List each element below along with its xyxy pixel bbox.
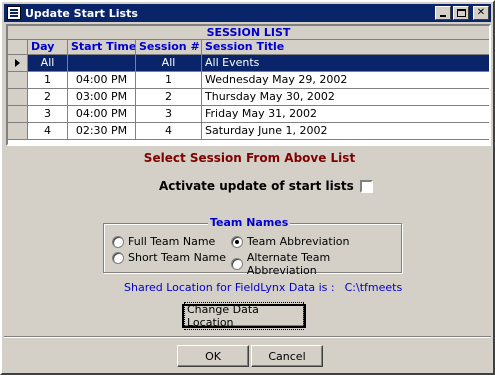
maximize-button[interactable]	[453, 6, 469, 20]
ok-label: OK	[205, 349, 221, 363]
cell-start-time: 02:30 PM	[68, 123, 136, 139]
cell-session-title: Wednesday May 29, 2002	[205, 73, 348, 86]
cell-session: 2	[136, 89, 202, 105]
radio-alternate-team-abbreviation[interactable]: Alternate Team Abbreviation	[231, 251, 401, 277]
cell-day: 3	[28, 106, 68, 122]
radio-full-team-name[interactable]: Full Team Name	[112, 235, 215, 248]
radio-label: Team Abbreviation	[247, 235, 350, 248]
app-icon	[7, 6, 21, 20]
radio-label: Short Team Name	[128, 251, 227, 264]
radio-label: Full Team Name	[128, 235, 216, 248]
cell-start-time: 04:00 PM	[68, 106, 136, 122]
cell-day: 1	[28, 72, 68, 88]
cell-session-title: All Events	[202, 55, 489, 71]
cell-start-time: 03:00 PM	[68, 89, 136, 105]
activate-update-option[interactable]: Activate update of start lists	[159, 179, 373, 193]
row-selector[interactable]	[8, 72, 28, 88]
session-list-grid[interactable]: SESSION LIST Day Start Time Session # Se…	[6, 24, 491, 146]
activate-update-checkbox[interactable]	[359, 179, 373, 193]
header-selector	[8, 40, 28, 54]
divider	[4, 336, 491, 338]
radio-button[interactable]	[112, 235, 124, 248]
table-row[interactable]: 3 04:00 PM 3 Friday May 31, 2002	[8, 106, 489, 123]
table-row[interactable]: 4 02:30 PM 4 Saturday June 1, 2002	[8, 123, 489, 140]
close-icon: ✕	[476, 7, 486, 18]
cell-session-title: Thursday May 30, 2002	[205, 90, 335, 103]
change-data-location-label: Change Data Location	[184, 302, 304, 330]
cell-session: All	[136, 55, 202, 71]
team-names-group: Team Names Full Team Name Team Abbreviat…	[103, 216, 402, 277]
cell-day: 4	[28, 123, 68, 139]
cell-day: All	[28, 55, 68, 71]
row-selector[interactable]	[8, 106, 28, 122]
close-button[interactable]: ✕	[473, 6, 489, 20]
table-row[interactable]: 2 03:00 PM 2 Thursday May 30, 2002	[8, 89, 489, 106]
minimize-button[interactable]	[435, 6, 451, 20]
cell-session: 4	[136, 123, 202, 139]
column-header-session[interactable]: Session #	[136, 40, 202, 54]
radio-team-abbreviation[interactable]: Team Abbreviation	[231, 235, 350, 248]
window-title: Update Start Lists	[25, 6, 138, 20]
row-selector[interactable]	[8, 123, 28, 139]
select-session-label: Select Session From Above List	[143, 151, 356, 165]
cell-day: 2	[28, 89, 68, 105]
shared-location-info: Shared Location for FieldLynx Data is : C…	[124, 281, 402, 294]
row-selector[interactable]	[8, 89, 28, 105]
cell-session-title: Saturday June 1, 2002	[205, 124, 328, 137]
cell-start-time	[68, 55, 136, 71]
team-names-legend: Team Names	[208, 216, 291, 229]
radio-short-team-name[interactable]: Short Team Name	[112, 251, 226, 264]
cell-session: 1	[136, 72, 202, 88]
table-row[interactable]: 1 04:00 PM 1 Wednesday May 29, 2002	[8, 72, 489, 89]
maximize-icon	[456, 9, 466, 17]
cell-session: 3	[136, 106, 202, 122]
radio-label: Alternate Team Abbreviation	[246, 251, 331, 277]
column-header-session-title[interactable]: Session Title	[202, 40, 489, 54]
change-data-location-button[interactable]: Change Data Location	[182, 302, 306, 330]
cell-start-time: 04:00 PM	[68, 72, 136, 88]
title-bar[interactable]: Update Start Lists ✕	[4, 4, 491, 22]
minimize-icon	[440, 15, 446, 17]
cancel-label: Cancel	[268, 349, 306, 363]
ok-button[interactable]: OK	[177, 345, 249, 367]
radio-button[interactable]	[231, 235, 243, 248]
grid-header-row: Day Start Time Session # Session Title	[8, 40, 489, 55]
shared-location-path: C:\tfmeets	[344, 281, 403, 294]
radio-button[interactable]	[231, 258, 243, 270]
activate-update-label: Activate update of start lists	[159, 179, 354, 193]
cancel-button[interactable]: Cancel	[251, 345, 323, 367]
update-start-lists-window: Update Start Lists ✕ SESSION LIST Day St…	[0, 0, 495, 375]
current-row-arrow-icon	[15, 59, 20, 67]
shared-location-label: Shared Location for FieldLynx Data is :	[124, 281, 335, 294]
row-selector[interactable]	[8, 55, 28, 71]
table-row[interactable]: All All All Events	[8, 55, 489, 72]
column-header-start-time[interactable]: Start Time	[68, 40, 136, 54]
column-header-day[interactable]: Day	[28, 40, 68, 54]
radio-button[interactable]	[112, 251, 124, 264]
grid-caption: SESSION LIST	[8, 26, 489, 40]
cell-session-title: Friday May 31, 2002	[205, 107, 318, 120]
